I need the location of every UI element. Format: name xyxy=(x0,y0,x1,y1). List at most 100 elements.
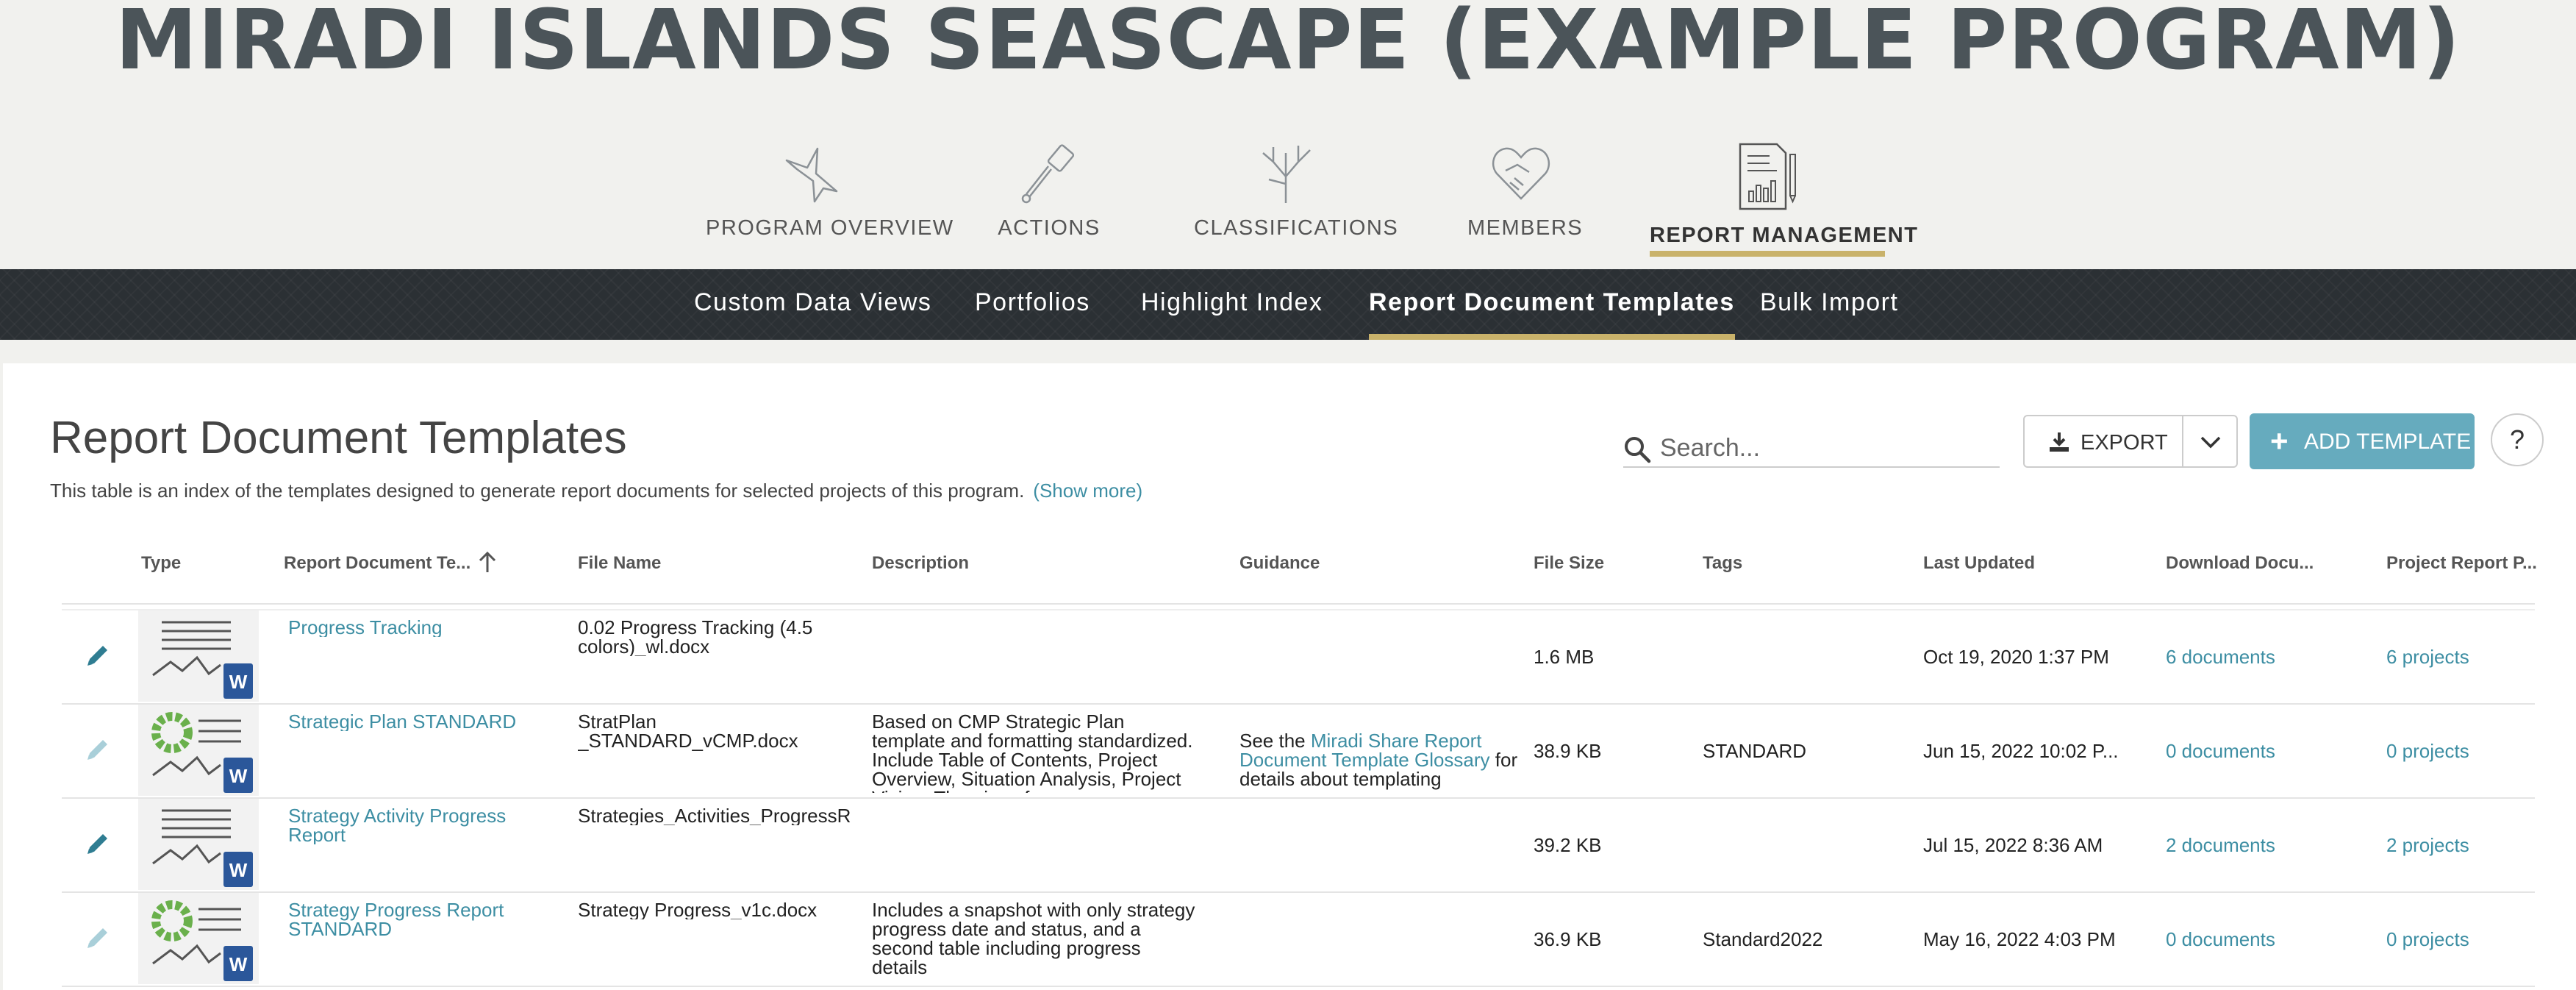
trowel-icon xyxy=(1021,144,1075,204)
column-header-last-updated[interactable]: Last Updated xyxy=(1923,553,2035,574)
table-row[interactable]: W Strategic Plan STANDARD StratPlan _STA… xyxy=(62,705,2535,799)
export-button[interactable]: EXPORT xyxy=(2023,415,2183,468)
table-row[interactable]: W Strategy Activity Progress Report Stra… xyxy=(62,799,2535,893)
file-name: 0.02 Progress Tracking (4.5 colors)_wl.d… xyxy=(578,618,813,656)
subnav-label: Report Document Templates xyxy=(1369,288,1735,316)
template-name-link[interactable]: Strategy Progress Report STANDARD xyxy=(288,900,538,939)
content-panel: Report Document Templates This table is … xyxy=(3,363,2576,990)
page-title: Report Document Templates xyxy=(50,413,627,463)
nav-label: ACTIONS xyxy=(998,216,1101,240)
table-row[interactable]: W Progress Tracking 0.02 Progress Tracki… xyxy=(62,610,2535,705)
file-size: 39.2 KB xyxy=(1534,834,1602,856)
pencil-icon[interactable] xyxy=(84,736,112,763)
active-underline xyxy=(1650,251,1885,257)
report-icon xyxy=(1739,143,1796,210)
tags: Standard2022 xyxy=(1703,928,1823,950)
last-updated: May 16, 2022 4:03 PM xyxy=(1923,928,2116,950)
nav-label: REPORT MANAGEMENT xyxy=(1650,224,1919,247)
subnav-bulk-import[interactable]: Bulk Import xyxy=(1760,288,1898,317)
pencil-icon[interactable] xyxy=(84,641,112,669)
subnav-custom-data-views[interactable]: Custom Data Views xyxy=(694,288,931,317)
donut-chart-icon: W xyxy=(151,712,253,793)
page-description: This table is an index of the templates … xyxy=(50,480,1142,502)
column-header-description[interactable]: Description xyxy=(872,553,969,574)
template-thumbnail: W xyxy=(138,799,259,890)
last-updated: Oct 19, 2020 1:37 PM xyxy=(1923,646,2109,668)
file-name: StratPlan _STANDARD_vCMP.docx xyxy=(578,712,798,752)
download-documents-link[interactable]: 2 documents xyxy=(2166,836,2275,855)
help-button[interactable]: ? xyxy=(2491,413,2544,466)
column-header-name[interactable]: Report Document Te... xyxy=(284,553,471,574)
guidance: See the Miradi Share Report Document Tem… xyxy=(1239,731,1518,790)
document-lines-icon: W xyxy=(152,809,253,887)
nav-members[interactable]: MEMBERS xyxy=(1467,140,1584,241)
bird-icon xyxy=(785,147,838,203)
nav-report-management[interactable]: REPORT MANAGEMENT xyxy=(1650,140,1919,257)
column-header-tags[interactable]: Tags xyxy=(1703,553,1742,574)
plus-icon: + xyxy=(2270,424,2289,458)
program-title: MIRADI ISLANDS SEASCAPE (EXAMPLE PROGRAM… xyxy=(115,0,2461,88)
sort-ascending-icon[interactable] xyxy=(476,550,498,574)
file-size: 36.9 KB xyxy=(1534,928,1602,950)
add-template-button[interactable]: + ADD TEMPLATE xyxy=(2250,413,2475,469)
tags: STANDARD xyxy=(1703,740,1807,762)
nav-classifications[interactable]: CLASSIFICATIONS xyxy=(1194,140,1399,241)
template-name-link[interactable]: Strategy Activity Progress Report xyxy=(288,806,538,844)
nav-label: PROGRAM OVERVIEW xyxy=(706,216,954,240)
template-name-link[interactable]: Strategic Plan STANDARD xyxy=(288,712,538,731)
project-report-link[interactable]: 2 projects xyxy=(2386,836,2469,855)
column-header-download-documents[interactable]: Download Docu... xyxy=(2166,553,2314,574)
pencil-icon[interactable] xyxy=(84,924,112,952)
download-icon xyxy=(2050,432,2069,452)
download-documents-link[interactable]: 0 documents xyxy=(2166,930,2275,949)
column-header-type[interactable]: Type xyxy=(141,553,181,574)
svg-text:W: W xyxy=(229,953,248,975)
show-more-link[interactable]: (Show more) xyxy=(1033,480,1142,502)
file-size: 38.9 KB xyxy=(1534,740,1602,762)
subnav-highlight-index[interactable]: Highlight Index xyxy=(1141,288,1323,317)
template-thumbnail: W xyxy=(138,893,259,984)
add-template-label: ADD TEMPLATE xyxy=(2304,430,2472,454)
column-header-project-report[interactable]: Project Report P... xyxy=(2386,553,2537,574)
template-thumbnail: W xyxy=(138,705,259,796)
column-header-guidance[interactable]: Guidance xyxy=(1239,553,1320,574)
pencil-icon[interactable] xyxy=(84,830,112,858)
search-box xyxy=(1623,430,2000,468)
document-lines-icon: W xyxy=(152,621,253,699)
last-updated: Jul 15, 2022 8:36 AM xyxy=(1923,834,2103,856)
nav-label: CLASSIFICATIONS xyxy=(1194,216,1399,240)
export-label: EXPORT xyxy=(2081,431,2168,455)
file-name: Strategies_Activities_ProgressR xyxy=(578,806,851,825)
search-input[interactable] xyxy=(1659,431,1992,465)
nav-label: MEMBERS xyxy=(1467,216,1584,240)
last-updated: Jun 15, 2022 10:02 P... xyxy=(1923,740,2119,762)
chevron-down-icon xyxy=(2200,436,2221,449)
svg-text:W: W xyxy=(229,859,248,881)
svg-text:W: W xyxy=(229,671,248,693)
nav-actions[interactable]: ACTIONS xyxy=(995,140,1103,241)
branches-icon xyxy=(1262,146,1311,203)
header-divider xyxy=(62,603,2535,605)
table-row[interactable]: W Strategy Progress Report STANDARD Stra… xyxy=(62,893,2535,987)
column-header-file-size[interactable]: File Size xyxy=(1534,553,1604,574)
export-menu-button[interactable] xyxy=(2182,415,2238,468)
template-name-link[interactable]: Progress Tracking xyxy=(288,618,538,637)
project-report-link[interactable]: 0 projects xyxy=(2386,741,2469,761)
subnav-report-document-templates[interactable]: Report Document Templates xyxy=(1369,288,1735,340)
download-documents-link[interactable]: 0 documents xyxy=(2166,741,2275,761)
nav-program-overview[interactable]: PROGRAM OVERVIEW xyxy=(706,140,954,241)
project-report-link[interactable]: 0 projects xyxy=(2386,930,2469,949)
file-size: 1.6 MB xyxy=(1534,646,1595,668)
download-documents-link[interactable]: 6 documents xyxy=(2166,647,2275,666)
subnav-portfolios[interactable]: Portfolios xyxy=(975,288,1090,317)
description: Includes a snapshot with only strategy p… xyxy=(872,900,1195,978)
template-thumbnail: W xyxy=(138,610,259,702)
search-icon xyxy=(1625,437,1651,463)
column-header-file-name[interactable]: File Name xyxy=(578,553,661,574)
sub-nav: Custom Data Views Portfolios Highlight I… xyxy=(0,269,2576,340)
donut-chart-icon: W xyxy=(151,900,253,981)
project-report-link[interactable]: 6 projects xyxy=(2386,647,2469,666)
file-name: Strategy Progress_v1c.docx xyxy=(578,900,817,919)
handshake-icon xyxy=(1492,147,1550,200)
active-underline xyxy=(1369,334,1735,340)
